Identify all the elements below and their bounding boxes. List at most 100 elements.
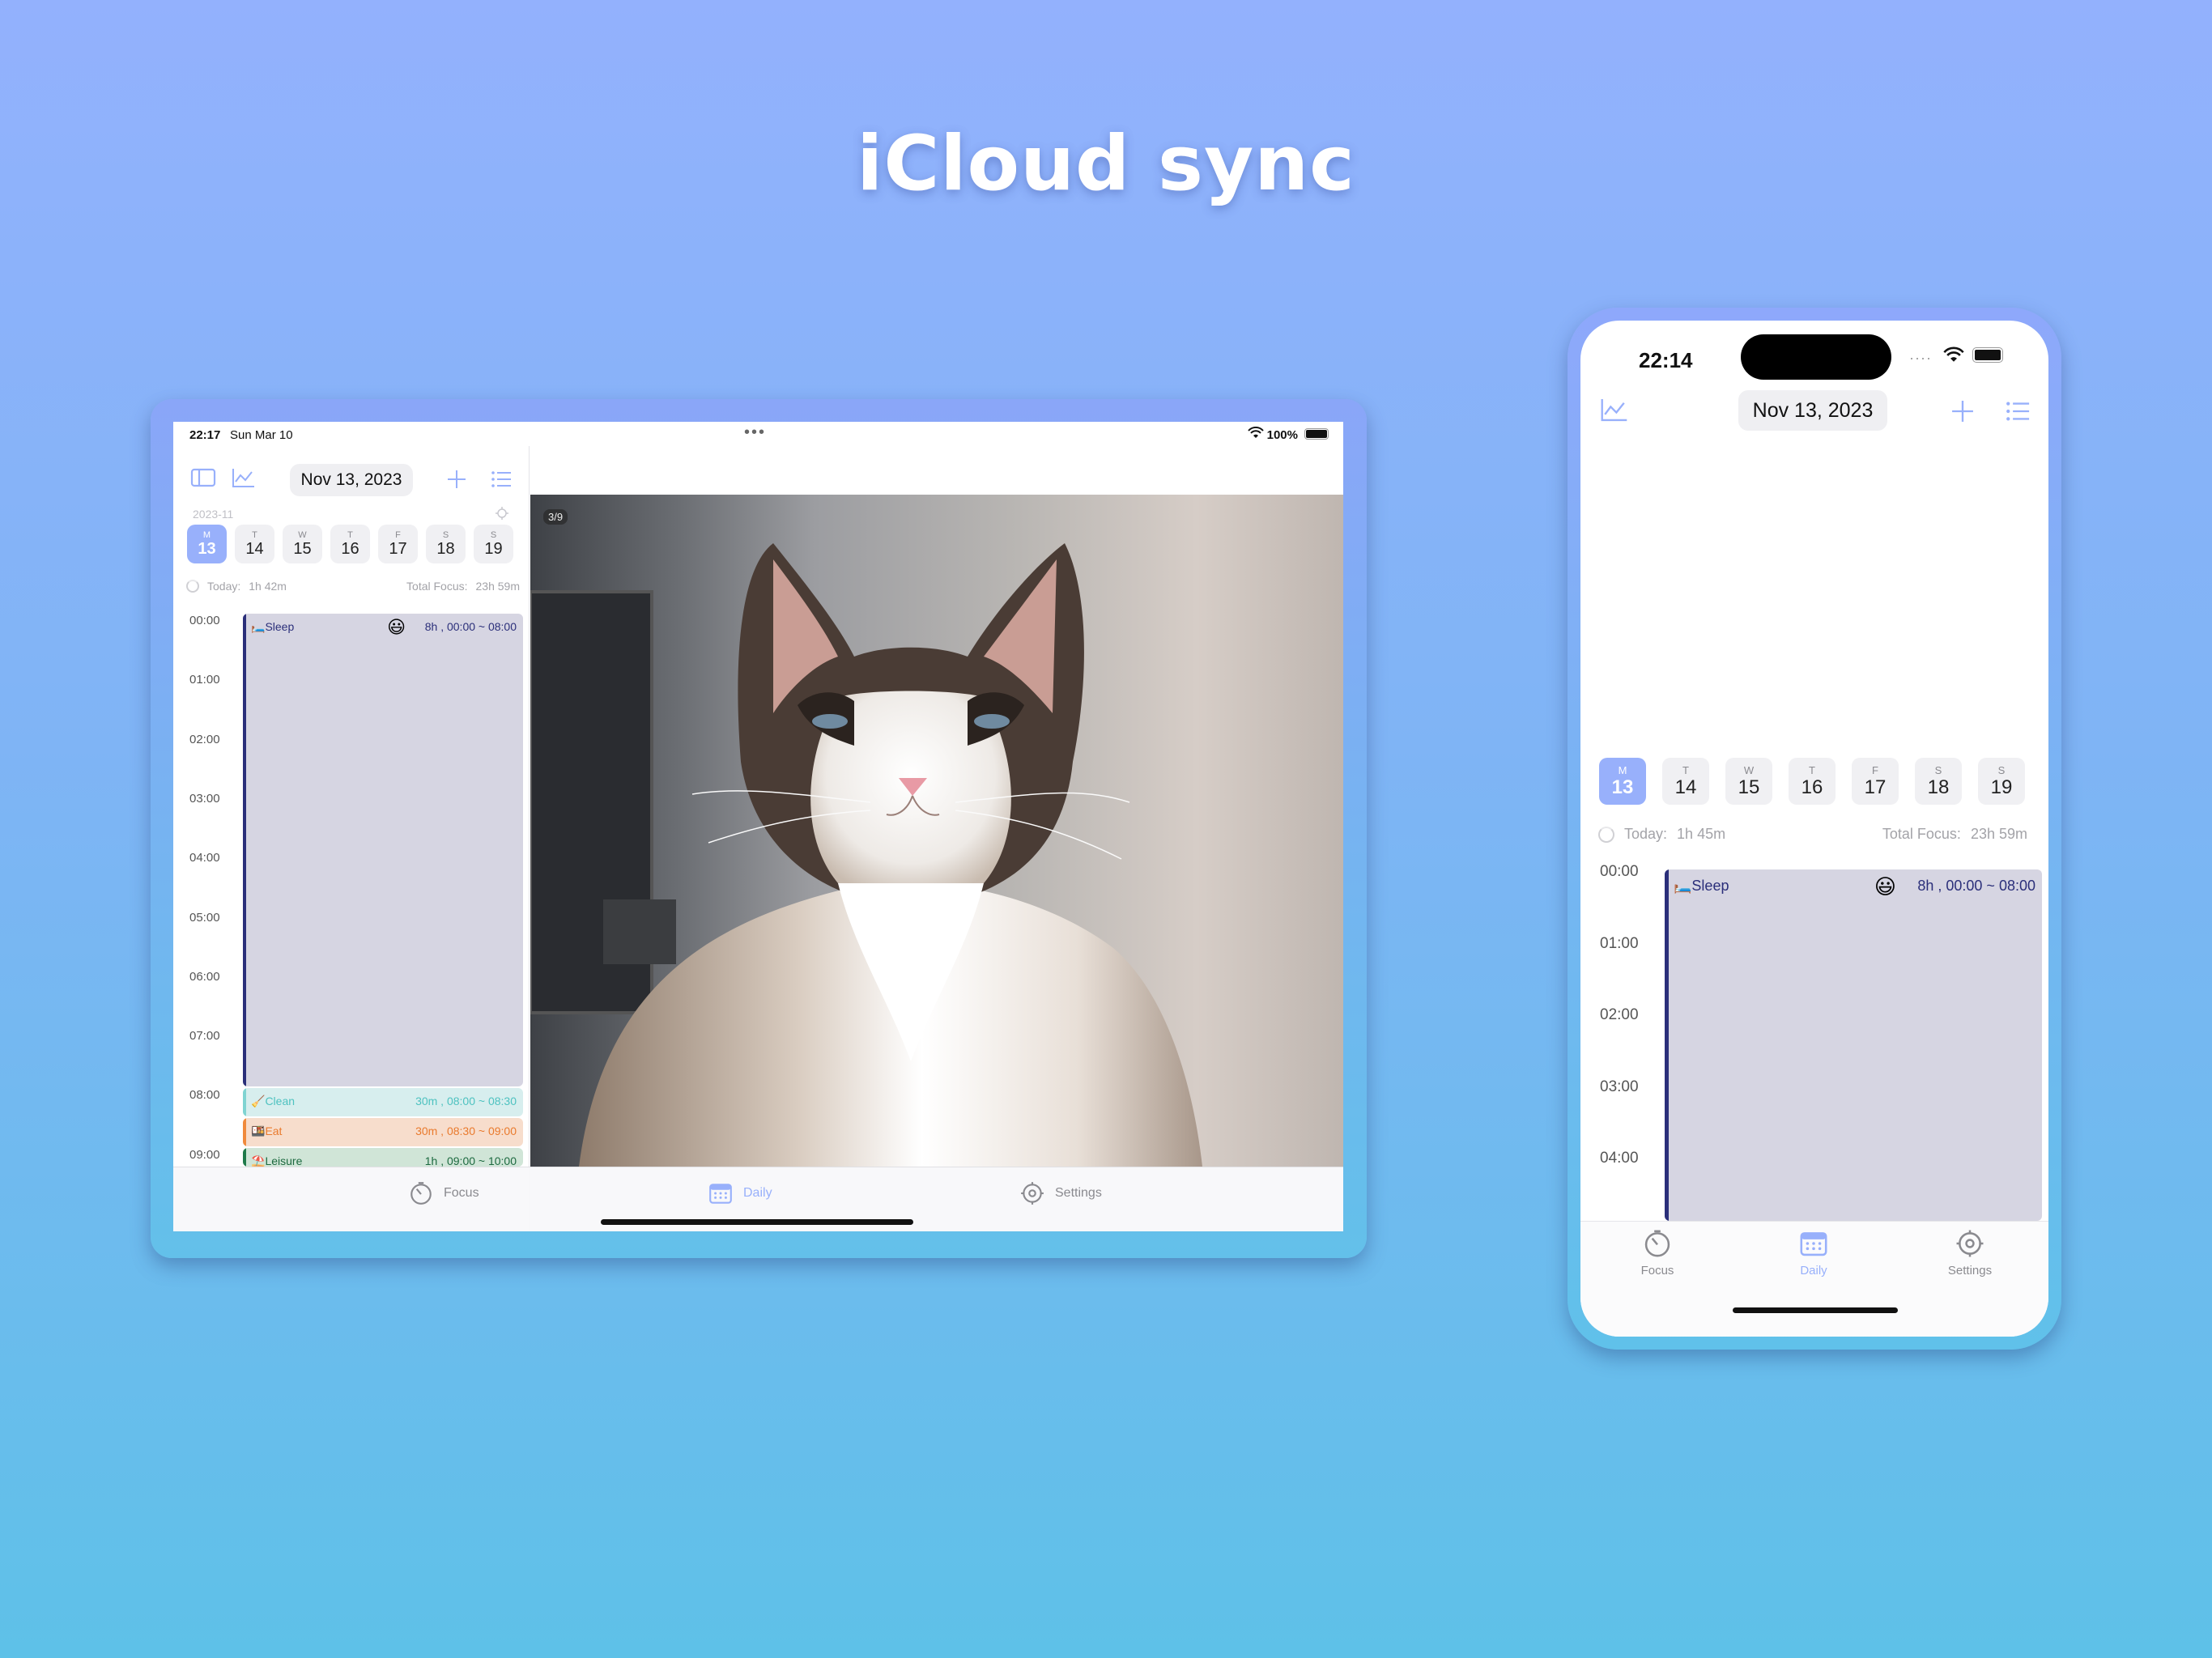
day-number: 14 bbox=[245, 539, 264, 558]
day-letter: M bbox=[1618, 763, 1627, 776]
day-15[interactable]: W 15 bbox=[283, 525, 322, 563]
multitasking-dots-icon[interactable]: ••• bbox=[744, 423, 766, 442]
day-13[interactable]: M 13 bbox=[1599, 758, 1646, 805]
sidebar-toggle-icon[interactable] bbox=[189, 464, 217, 491]
tab-daily[interactable]: Daily bbox=[1765, 1228, 1862, 1278]
event-sleep[interactable]: 🛏️Sleep 8h , 00:00 ~ 08:00 😃 bbox=[1665, 869, 2042, 1221]
list-icon[interactable] bbox=[2001, 395, 2034, 427]
day-number: 18 bbox=[436, 539, 455, 558]
tab-focus[interactable]: Focus bbox=[408, 1180, 479, 1206]
today-value: 1h 45m bbox=[1677, 826, 1726, 842]
battery-icon bbox=[1304, 428, 1329, 440]
status-date: Sun Mar 10 bbox=[230, 428, 293, 442]
date-picker-button[interactable]: Nov 13, 2023 bbox=[1738, 390, 1887, 431]
hour-label: 03:00 bbox=[189, 791, 220, 806]
event-name: 🛏️Sleep bbox=[251, 620, 294, 634]
add-icon[interactable] bbox=[443, 466, 470, 493]
event-duration: 1h , 09:00 ~ 10:00 bbox=[424, 1154, 517, 1167]
day-18[interactable]: S 18 bbox=[426, 525, 466, 563]
day-17[interactable]: F 17 bbox=[1852, 758, 1899, 805]
tab-daily[interactable]: Daily bbox=[708, 1180, 772, 1206]
detail-toolbar bbox=[530, 446, 1343, 495]
tab-label: Focus bbox=[1640, 1264, 1674, 1278]
cat-illustration bbox=[530, 543, 1202, 1167]
iphone-device-frame: 22:14 ···· Nov 13, 2023 M 13 T 14 W 15 T 16 F 17 S… bbox=[1568, 308, 2061, 1350]
gear-icon bbox=[1956, 1230, 1984, 1257]
day-number: 15 bbox=[1738, 776, 1760, 798]
event-leisure[interactable]: ⛱️Leisure 1h , 09:00 ~ 10:00 bbox=[243, 1147, 523, 1167]
add-icon[interactable] bbox=[1946, 395, 1979, 427]
event-title: Eat bbox=[265, 1124, 283, 1138]
day-19[interactable]: S 19 bbox=[1978, 758, 2025, 805]
chart-icon[interactable] bbox=[230, 464, 257, 491]
day-15[interactable]: W 15 bbox=[1725, 758, 1772, 805]
battery-percent: 100% bbox=[1266, 428, 1298, 442]
event-emoji: 🍱 bbox=[251, 1124, 266, 1138]
hour-label: 05:00 bbox=[189, 910, 220, 925]
day-letter: T bbox=[1809, 763, 1815, 776]
tab-label: Settings bbox=[1055, 1186, 1102, 1200]
day-letter: S bbox=[442, 529, 449, 540]
iphone-tab-bar: Focus Daily Settings bbox=[1580, 1221, 2048, 1337]
day-letter: S bbox=[1934, 763, 1942, 776]
signal-icon: ···· bbox=[1909, 350, 1932, 366]
day-19[interactable]: S 19 bbox=[474, 525, 513, 563]
event-duration: 8h , 00:00 ~ 08:00 bbox=[424, 620, 517, 633]
event-name: 🍱Eat bbox=[251, 1124, 282, 1138]
tab-label: Daily bbox=[1800, 1264, 1827, 1278]
hour-label: 02:00 bbox=[189, 732, 220, 746]
day-17[interactable]: F 17 bbox=[378, 525, 418, 563]
mood-emoji-icon: 😃 bbox=[387, 617, 406, 637]
hour-label: 03:00 bbox=[1600, 1078, 1639, 1095]
list-icon[interactable] bbox=[487, 466, 515, 493]
chart-icon[interactable] bbox=[1598, 393, 1631, 426]
tab-focus[interactable]: Focus bbox=[1609, 1228, 1706, 1278]
day-16[interactable]: T 16 bbox=[1789, 758, 1836, 805]
gear-icon bbox=[1021, 1182, 1044, 1205]
event-duration: 30m , 08:00 ~ 08:30 bbox=[415, 1095, 517, 1108]
ipad-sidebar-daily: Nov 13, 2023 2023-11 M 13 T 14 W 15 T 16 F 17 S 18 S… bbox=[173, 446, 530, 1231]
event-sleep[interactable]: 🛏️Sleep 8h , 00:00 ~ 08:00 😃 bbox=[243, 614, 523, 1087]
progress-ring-icon bbox=[1598, 826, 1614, 843]
event-emoji: 🧹 bbox=[251, 1095, 266, 1108]
home-indicator bbox=[601, 1219, 913, 1225]
headline: iCloud sync bbox=[857, 120, 1355, 208]
date-picker-button[interactable]: Nov 13, 2023 bbox=[290, 464, 413, 496]
event-name: 🛏️Sleep bbox=[1674, 878, 1729, 895]
hour-label: 08:00 bbox=[189, 1088, 220, 1103]
calendar-icon bbox=[709, 1184, 732, 1204]
tab-label: Focus bbox=[444, 1186, 479, 1200]
day-13[interactable]: M 13 bbox=[187, 525, 227, 563]
day-14[interactable]: T 14 bbox=[1662, 758, 1709, 805]
focus-stats: Today: 1h 42m Total Focus: 23h 59m bbox=[186, 580, 520, 593]
total-focus-value: 23h 59m bbox=[475, 580, 520, 593]
locate-today-icon[interactable] bbox=[495, 506, 509, 521]
day-letter: F bbox=[395, 529, 401, 540]
day-16[interactable]: T 16 bbox=[330, 525, 370, 563]
event-title: Sleep bbox=[1691, 878, 1729, 894]
day-number: 18 bbox=[1927, 776, 1950, 798]
event-title: Clean bbox=[265, 1095, 296, 1108]
hour-label: 01:00 bbox=[1600, 934, 1639, 952]
hour-label: 04:00 bbox=[189, 851, 220, 865]
hour-label: 07:00 bbox=[189, 1029, 220, 1044]
day-18[interactable]: S 18 bbox=[1915, 758, 1962, 805]
event-duration: 30m , 08:30 ~ 09:00 bbox=[415, 1124, 517, 1138]
day-letter: S bbox=[490, 529, 497, 540]
event-clean[interactable]: 🧹Clean 30m , 08:00 ~ 08:30 bbox=[243, 1088, 523, 1117]
cat-photo[interactable]: 3/9 bbox=[530, 495, 1343, 1167]
day-14[interactable]: T 14 bbox=[235, 525, 274, 563]
day-letter: T bbox=[347, 529, 353, 540]
ipad-tab-bar: Focus Daily Settings bbox=[173, 1167, 1343, 1231]
mood-emoji-icon: 😃 bbox=[1874, 874, 1896, 899]
tab-settings[interactable]: Settings bbox=[1019, 1180, 1102, 1206]
day-letter: W bbox=[1743, 763, 1755, 776]
event-name: 🧹Clean bbox=[251, 1095, 295, 1108]
day-letter: W bbox=[298, 529, 307, 540]
hour-label: 04:00 bbox=[1600, 1150, 1639, 1167]
tab-settings[interactable]: Settings bbox=[1921, 1228, 2018, 1278]
event-eat[interactable]: 🍱Eat 30m , 08:30 ~ 09:00 bbox=[243, 1118, 523, 1146]
today-label: Today: bbox=[207, 580, 241, 593]
total-focus-label: Total Focus: bbox=[406, 580, 468, 593]
event-emoji: ⛱️ bbox=[251, 1154, 266, 1167]
